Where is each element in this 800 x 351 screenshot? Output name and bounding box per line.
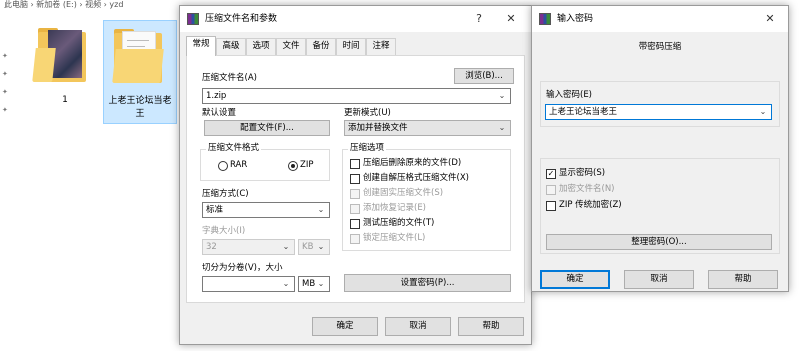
- split-label: 切分为分卷(V)，大小: [202, 263, 283, 273]
- archive-name-input[interactable]: 1.zip ⌄: [202, 88, 511, 104]
- chevron-down-icon[interactable]: ⌄: [498, 89, 506, 103]
- rar-radio[interactable]: [218, 161, 228, 171]
- breadcrumb[interactable]: 此电脑 › 新加卷 (E:) › 视频 › yzd: [0, 0, 180, 9]
- tab-time[interactable]: 时间: [336, 38, 366, 55]
- solid-label: 创建固实压缩文件(S): [363, 188, 444, 198]
- split-unit-value: MB: [302, 279, 316, 289]
- general-tab-panel: 压缩文件名(A) 浏览(B)... 1.zip ⌄ 默认设置 配置文件(F)..…: [186, 55, 525, 303]
- tab-advanced[interactable]: 高级: [216, 38, 246, 55]
- ok-button[interactable]: 确定: [540, 270, 610, 289]
- pin-icon: ✦: [2, 52, 8, 60]
- archive-dialog-title: 压缩文件名和参数: [205, 14, 278, 24]
- help-icon[interactable]: ?: [471, 11, 487, 27]
- chevron-down-icon: ⌄: [317, 242, 325, 251]
- split-size-input[interactable]: ⌄: [202, 276, 295, 292]
- chevron-down-icon[interactable]: ⌄: [759, 105, 767, 119]
- recovery-label: 添加恢复记录(E): [363, 203, 427, 213]
- winrar-icon: [187, 13, 199, 25]
- lock-label: 锁定压缩文件(L): [363, 233, 426, 243]
- archive-name-label: 压缩文件名(A): [202, 73, 257, 83]
- dict-unit-value: KB: [302, 242, 314, 252]
- archive-dialog-titlebar[interactable]: 压缩文件名和参数 ? ✕: [180, 6, 531, 32]
- password-dialog-title: 输入密码: [557, 14, 594, 24]
- lock-checkbox[interactable]: [350, 234, 360, 244]
- browse-button[interactable]: 浏览(B)...: [454, 68, 514, 84]
- sfx-checkbox[interactable]: [350, 174, 360, 184]
- default-settings-label: 默认设置: [202, 108, 237, 118]
- pin-icon: ✦: [2, 70, 8, 78]
- winrar-icon: [539, 13, 551, 25]
- dict-select[interactable]: 32 ⌄: [202, 239, 295, 255]
- archive-name-value: 1.zip: [206, 91, 227, 101]
- chevron-down-icon: ⌄: [282, 279, 290, 288]
- help-button[interactable]: 帮助: [708, 270, 778, 289]
- password-input[interactable]: 上老王论坛当老王 ⌄: [545, 104, 772, 120]
- set-password-button[interactable]: 设置密码(P)...: [344, 274, 511, 292]
- close-icon[interactable]: ✕: [503, 11, 519, 27]
- split-unit-select[interactable]: MB ⌄: [298, 276, 330, 292]
- password-value: 上老王论坛当老王: [549, 107, 618, 117]
- password-dialog: 输入密码 ✕ 带密码压缩 输入密码(E) 上老王论坛当老王 ⌄ ✓ 显示密码(S…: [531, 5, 789, 292]
- folder-icon: [110, 27, 170, 89]
- method-value: 标准: [206, 205, 224, 215]
- recovery-checkbox[interactable]: [350, 204, 360, 214]
- encrypt-names-checkbox[interactable]: [546, 185, 556, 195]
- close-icon[interactable]: ✕: [762, 11, 778, 27]
- pin-icon: ✦: [2, 106, 8, 114]
- profiles-button[interactable]: 配置文件(F)...: [204, 120, 330, 136]
- update-mode-label: 更新模式(U): [344, 108, 391, 118]
- organize-passwords-button[interactable]: 整理密码(O)...: [546, 234, 772, 250]
- show-password-checkbox[interactable]: ✓: [546, 169, 556, 179]
- update-mode-value: 添加并替换文件: [348, 123, 408, 133]
- zip-legacy-checkbox[interactable]: [546, 201, 556, 211]
- chevron-down-icon: ⌄: [282, 242, 290, 251]
- file-name: 上老王论坛当老王: [108, 96, 172, 119]
- tab-backup[interactable]: 备份: [306, 38, 336, 55]
- file-name: 1: [62, 95, 68, 105]
- encrypt-names-label: 加密文件名(N): [559, 184, 615, 194]
- zip-legacy-label: ZIP 传统加密(Z): [559, 200, 622, 210]
- format-group-label: 压缩文件格式: [206, 143, 262, 154]
- test-checkbox[interactable]: [350, 219, 360, 229]
- pin-icon: ✦: [2, 88, 8, 96]
- show-password-label: 显示密码(S): [559, 168, 606, 178]
- tab-files[interactable]: 文件: [276, 38, 306, 55]
- chevron-down-icon: ⌄: [317, 205, 325, 214]
- cancel-button[interactable]: 取消: [624, 270, 694, 289]
- password-heading: 带密码压缩: [638, 42, 682, 52]
- file-tile-folder-2[interactable]: 上老王论坛当老王: [103, 20, 177, 124]
- tab-options[interactable]: 选项: [246, 38, 276, 55]
- delete-after-checkbox[interactable]: [350, 159, 360, 169]
- chevron-down-icon: ⌄: [498, 123, 506, 132]
- options-group-label: 压缩选项: [348, 143, 387, 154]
- chevron-down-icon: ⌄: [317, 279, 325, 288]
- test-label: 测试压缩的文件(T): [363, 218, 435, 228]
- folder-icon: [32, 26, 94, 88]
- dict-unit-select[interactable]: KB ⌄: [298, 239, 330, 255]
- update-mode-select[interactable]: 添加并替换文件 ⌄: [344, 120, 511, 136]
- cancel-button[interactable]: 取消: [385, 317, 451, 336]
- zip-label: ZIP: [300, 160, 314, 170]
- archive-dialog: 压缩文件名和参数 ? ✕ 常规 高级 选项 文件 备份 时间 注释 压缩文件名(…: [179, 5, 532, 345]
- method-label: 压缩方式(C): [202, 189, 249, 199]
- dict-label: 字典大小(I): [202, 226, 246, 236]
- delete-after-label: 压缩后删除原来的文件(D): [363, 158, 462, 168]
- password-label: 输入密码(E): [546, 90, 593, 100]
- zip-radio[interactable]: [288, 161, 298, 171]
- rar-label: RAR: [230, 160, 248, 170]
- password-dialog-titlebar[interactable]: 输入密码 ✕: [532, 6, 788, 32]
- file-tile-folder-1[interactable]: 1: [28, 20, 102, 124]
- tab-general[interactable]: 常规: [186, 36, 216, 56]
- ok-button[interactable]: 确定: [312, 317, 378, 336]
- dict-value: 32: [206, 242, 217, 252]
- method-select[interactable]: 标准 ⌄: [202, 202, 330, 218]
- help-button[interactable]: 帮助: [458, 317, 524, 336]
- sfx-label: 创建自解压格式压缩文件(X): [363, 173, 469, 183]
- solid-checkbox[interactable]: [350, 189, 360, 199]
- tab-comment[interactable]: 注释: [366, 38, 396, 55]
